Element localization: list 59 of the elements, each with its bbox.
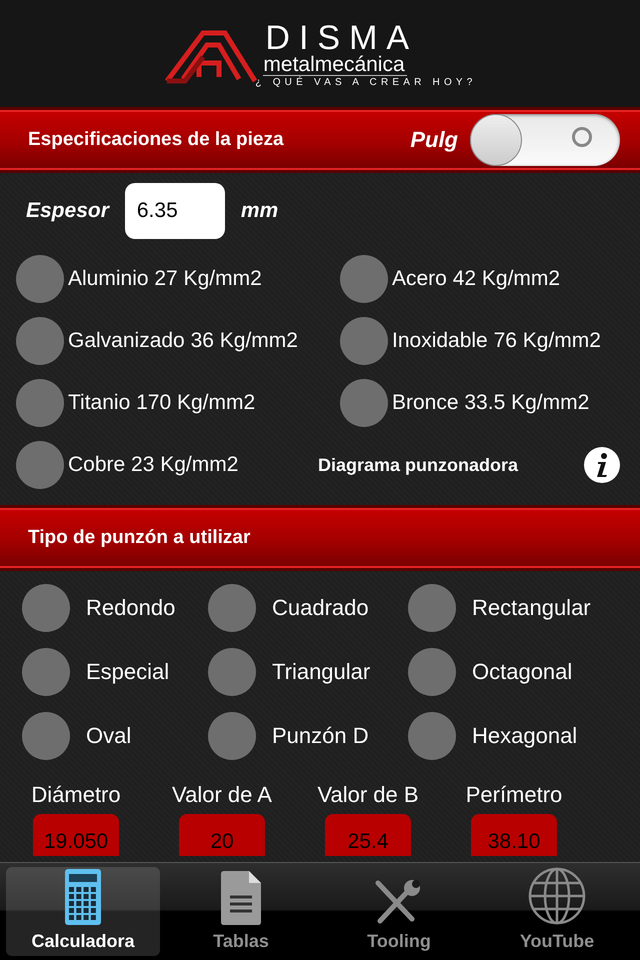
option-label: Octagonal <box>472 659 572 685</box>
radio-button[interactable] <box>340 379 388 427</box>
radio-button[interactable] <box>340 317 388 365</box>
radio-button[interactable] <box>22 584 70 632</box>
result-value: 38.10 <box>471 814 557 856</box>
tab[interactable]: Calculadora <box>6 867 160 956</box>
option-label: Cuadrado <box>272 595 369 621</box>
tab[interactable]: YouTube <box>480 867 634 956</box>
option-label: Aluminio 27 Kg/mm2 <box>68 267 262 291</box>
radio-button[interactable] <box>208 712 256 760</box>
option-label: Rectangular <box>472 595 591 621</box>
option-label: Acero 42 Kg/mm2 <box>392 267 560 291</box>
result-label: Diámetro <box>31 782 121 808</box>
option-label: Cobre 23 Kg/mm2 <box>68 453 238 477</box>
document-icon <box>221 871 261 925</box>
radio-button[interactable] <box>208 648 256 696</box>
tab[interactable]: Tablas <box>164 867 318 956</box>
option-label: Inoxidable 76 Kg/mm2 <box>392 329 601 353</box>
radio-button[interactable] <box>408 712 456 760</box>
radio-button[interactable] <box>340 255 388 303</box>
radio-button[interactable] <box>16 317 64 365</box>
calculator-icon <box>65 869 101 925</box>
result-label: Valor de A <box>172 782 272 808</box>
diagram-link[interactable]: Diagrama punzonadora <box>318 454 518 476</box>
option-label: Hexagonal <box>472 723 578 749</box>
option-label: Bronce 33.5 Kg/mm2 <box>392 391 590 415</box>
brand-subtitle: metalmecánica <box>263 54 407 76</box>
unit-label: Pulg <box>410 127 458 153</box>
brand-name: DISMA <box>265 20 418 54</box>
option-label: Redondo <box>86 595 176 621</box>
radio-button[interactable] <box>16 379 64 427</box>
radio-button[interactable] <box>22 712 70 760</box>
radio-button[interactable] <box>16 441 64 489</box>
unit-label: mm <box>240 199 278 223</box>
thickness-label: Espesor <box>26 199 109 223</box>
option-label: Galvanizado 36 Kg/mm2 <box>68 329 298 353</box>
section-title: Tipo de punzón a utilizar <box>28 527 252 549</box>
option-label: Triangular <box>272 659 370 685</box>
result-value: 25.4 <box>325 814 411 856</box>
option-label: Punzón D <box>272 723 369 749</box>
radio-button[interactable] <box>22 648 70 696</box>
radio-button[interactable] <box>208 584 256 632</box>
result-value: 20 <box>179 814 265 856</box>
thickness-field[interactable]: 6.35 <box>124 183 225 239</box>
unit-switch[interactable] <box>470 114 620 166</box>
section-title: Especificaciones de la pieza <box>28 129 285 151</box>
radio-button[interactable] <box>408 584 456 632</box>
result-label: Perímetro <box>466 782 562 808</box>
brand-tagline: ¿ QUÉ VAS A CREAR HOY? <box>255 76 477 90</box>
result-value: 19.050 <box>33 814 119 856</box>
radio-button[interactable] <box>16 255 64 303</box>
result-label: Valor de B <box>317 782 419 808</box>
option-label: Titanio 170 Kg/mm2 <box>68 391 256 415</box>
tab[interactable]: Tooling <box>322 867 476 956</box>
option-label: Oval <box>86 723 132 749</box>
option-label: Especial <box>86 659 170 685</box>
radio-button[interactable] <box>408 648 456 696</box>
globe-icon <box>528 867 586 925</box>
info-icon[interactable] <box>584 447 620 483</box>
